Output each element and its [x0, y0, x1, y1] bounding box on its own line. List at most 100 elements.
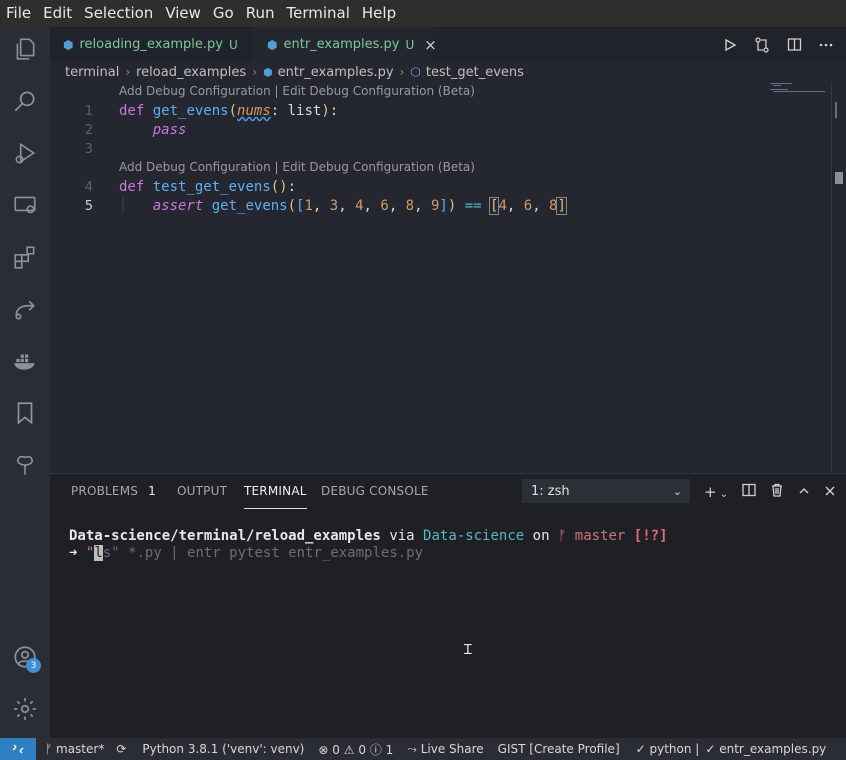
menu-file[interactable]: File	[0, 0, 37, 27]
split-icon	[742, 483, 756, 496]
status-bar: ᚠ master* ⟳ Python 3.8.1 ('venv': venv) …	[0, 738, 846, 760]
debug-codelens[interactable]: Add Debug Configuration | Edit Debug Con…	[119, 84, 475, 98]
python-interpreter[interactable]: Python 3.8.1 ('venv': venv)	[142, 742, 304, 756]
code-line: 1 def get_evens(nums: list):	[50, 102, 830, 121]
code-text: pass	[152, 122, 187, 138]
file-status[interactable]: ✓ entr_examples.py	[705, 742, 826, 756]
breadcrumb-item[interactable]: entr_examples.py	[278, 65, 394, 80]
code-editor[interactable]: Add Debug Configuration | Edit Debug Con…	[50, 82, 846, 472]
files-icon	[16, 38, 35, 60]
settings-button[interactable]	[0, 687, 50, 731]
git-branch-status[interactable]: ᚠ master*	[45, 742, 104, 756]
minimap[interactable]	[770, 82, 826, 96]
chevron-right-icon: ›	[252, 65, 258, 79]
git-tree-button[interactable]	[0, 443, 50, 487]
menu-run[interactable]: Run	[240, 0, 281, 27]
tab-reloading-example[interactable]: ⬢ reloading_example.py U	[50, 27, 253, 62]
tab-problems[interactable]: PROBLEMS 1	[71, 474, 156, 509]
terminal-cursor: l	[94, 545, 103, 561]
error-icon: ⊗	[318, 742, 329, 757]
remote-icon	[12, 744, 24, 754]
line-number: 3	[84, 142, 93, 157]
line-number: 2	[84, 123, 93, 138]
menu-selection[interactable]: Selection	[78, 0, 159, 27]
remote-indicator[interactable]	[0, 738, 36, 760]
python-file-icon: ⬢	[63, 37, 74, 52]
kill-terminal-button[interactable]	[770, 483, 784, 501]
close-panel-button[interactable]	[824, 483, 836, 501]
new-terminal-button[interactable]: + ⌄	[704, 483, 728, 501]
chevron-down-icon: ⌄	[719, 488, 728, 500]
extensions-button[interactable]	[0, 235, 50, 279]
live-share-button[interactable]	[0, 287, 50, 331]
untracked-badge: U	[228, 37, 238, 52]
breadcrumb-item[interactable]: terminal	[65, 65, 119, 80]
accounts-badge: 3	[26, 658, 41, 673]
search-icon	[14, 91, 35, 112]
terminal-input-line[interactable]: ➜ "ls" *.py | entr pytest entr_examples.…	[69, 545, 423, 562]
menu-terminal[interactable]: Terminal	[281, 0, 356, 27]
close-icon[interactable]: ×	[424, 36, 437, 54]
problems-status[interactable]: ⊗ 0 ⚠ 0 ⓘ 1	[318, 741, 393, 758]
menu-view[interactable]: View	[159, 0, 207, 27]
scrollbar-thumb[interactable]	[835, 172, 843, 184]
accounts-button[interactable]: 3	[0, 635, 50, 679]
open-changes-button[interactable]	[752, 36, 772, 53]
debug-icon	[15, 142, 36, 164]
plus-icon: +	[704, 482, 717, 501]
maximize-panel-button[interactable]	[798, 483, 810, 501]
gear-icon	[14, 698, 36, 720]
activity-bar: 3	[0, 27, 50, 738]
breadcrumb-item[interactable]: reload_examples	[136, 65, 246, 80]
code-line: 2 pass	[50, 121, 830, 140]
trash-icon	[772, 483, 782, 497]
split-editor-button[interactable]	[784, 37, 804, 52]
tab-terminal[interactable]: TERMINAL	[244, 474, 307, 509]
tab-output[interactable]: OUTPUT	[177, 474, 227, 509]
remote-explorer-icon	[14, 196, 36, 214]
breadcrumb-item[interactable]: test_get_evens	[426, 65, 524, 80]
terminal-select[interactable]: 1: zsh ⌄	[522, 479, 690, 503]
debug-codelens[interactable]: Add Debug Configuration | Edit Debug Con…	[119, 160, 475, 174]
gist-status[interactable]: GIST [Create Profile]	[498, 742, 620, 756]
language-status[interactable]: ✓ python |	[636, 742, 700, 756]
check-icon: ✓	[705, 742, 720, 756]
bookmarks-button[interactable]	[0, 391, 50, 435]
run-file-button[interactable]	[720, 38, 740, 52]
menu-edit[interactable]: Edit	[37, 0, 78, 27]
mouse-ibeam-cursor: Ɪ	[464, 642, 472, 658]
panel-tab-bar: PROBLEMS 1 OUTPUT TERMINAL DEBUG CONSOLE …	[50, 474, 846, 509]
search-button[interactable]	[0, 79, 50, 123]
ellipsis-icon	[819, 43, 833, 46]
vertical-scrollbar[interactable]	[831, 82, 846, 472]
play-icon	[725, 38, 737, 51]
overview-ruler-mark	[835, 102, 837, 118]
editor-actions	[720, 27, 836, 62]
more-actions-button[interactable]	[816, 37, 836, 53]
tab-debug-console[interactable]: DEBUG CONSOLE	[321, 474, 429, 509]
tab-entr-examples[interactable]: ⬢ entr_examples.py U ×	[253, 27, 437, 62]
remote-explorer-button[interactable]	[0, 183, 50, 227]
split-terminal-button[interactable]	[742, 483, 756, 501]
sync-button[interactable]: ⟳	[116, 742, 126, 756]
code-line: 4 def test_get_evens():	[50, 178, 830, 197]
code-line: 3	[50, 140, 830, 159]
editor-tab-bar: ⬢ reloading_example.py U ⬢ entr_examples…	[50, 27, 846, 62]
terminal-prompt-line[interactable]: Data-science/terminal/reload_examples vi…	[69, 528, 668, 545]
live-share-icon	[15, 300, 35, 320]
live-share-status[interactable]: ⤳ Live Share	[407, 742, 483, 757]
docker-button[interactable]	[0, 339, 50, 383]
tab-label: reloading_example.py	[79, 37, 223, 52]
code-line-current: 5 │ assert get_evens([1, 3, 4, 6, 8, 9])…	[50, 197, 830, 216]
menu-go[interactable]: Go	[207, 0, 240, 27]
menu-help[interactable]: Help	[356, 0, 402, 27]
explorer-button[interactable]	[0, 27, 50, 71]
git-branch-icon: ᚠ	[557, 528, 567, 544]
info-icon: ⓘ	[369, 742, 382, 757]
code-text: def get_evens(nums: list):	[119, 103, 339, 119]
sync-icon: ⟳	[116, 742, 127, 756]
live-share-icon: ⤳	[407, 741, 421, 756]
chevron-right-icon: ›	[125, 65, 131, 79]
symbol-method-icon: ⬡	[410, 65, 421, 79]
run-debug-button[interactable]	[0, 131, 50, 175]
